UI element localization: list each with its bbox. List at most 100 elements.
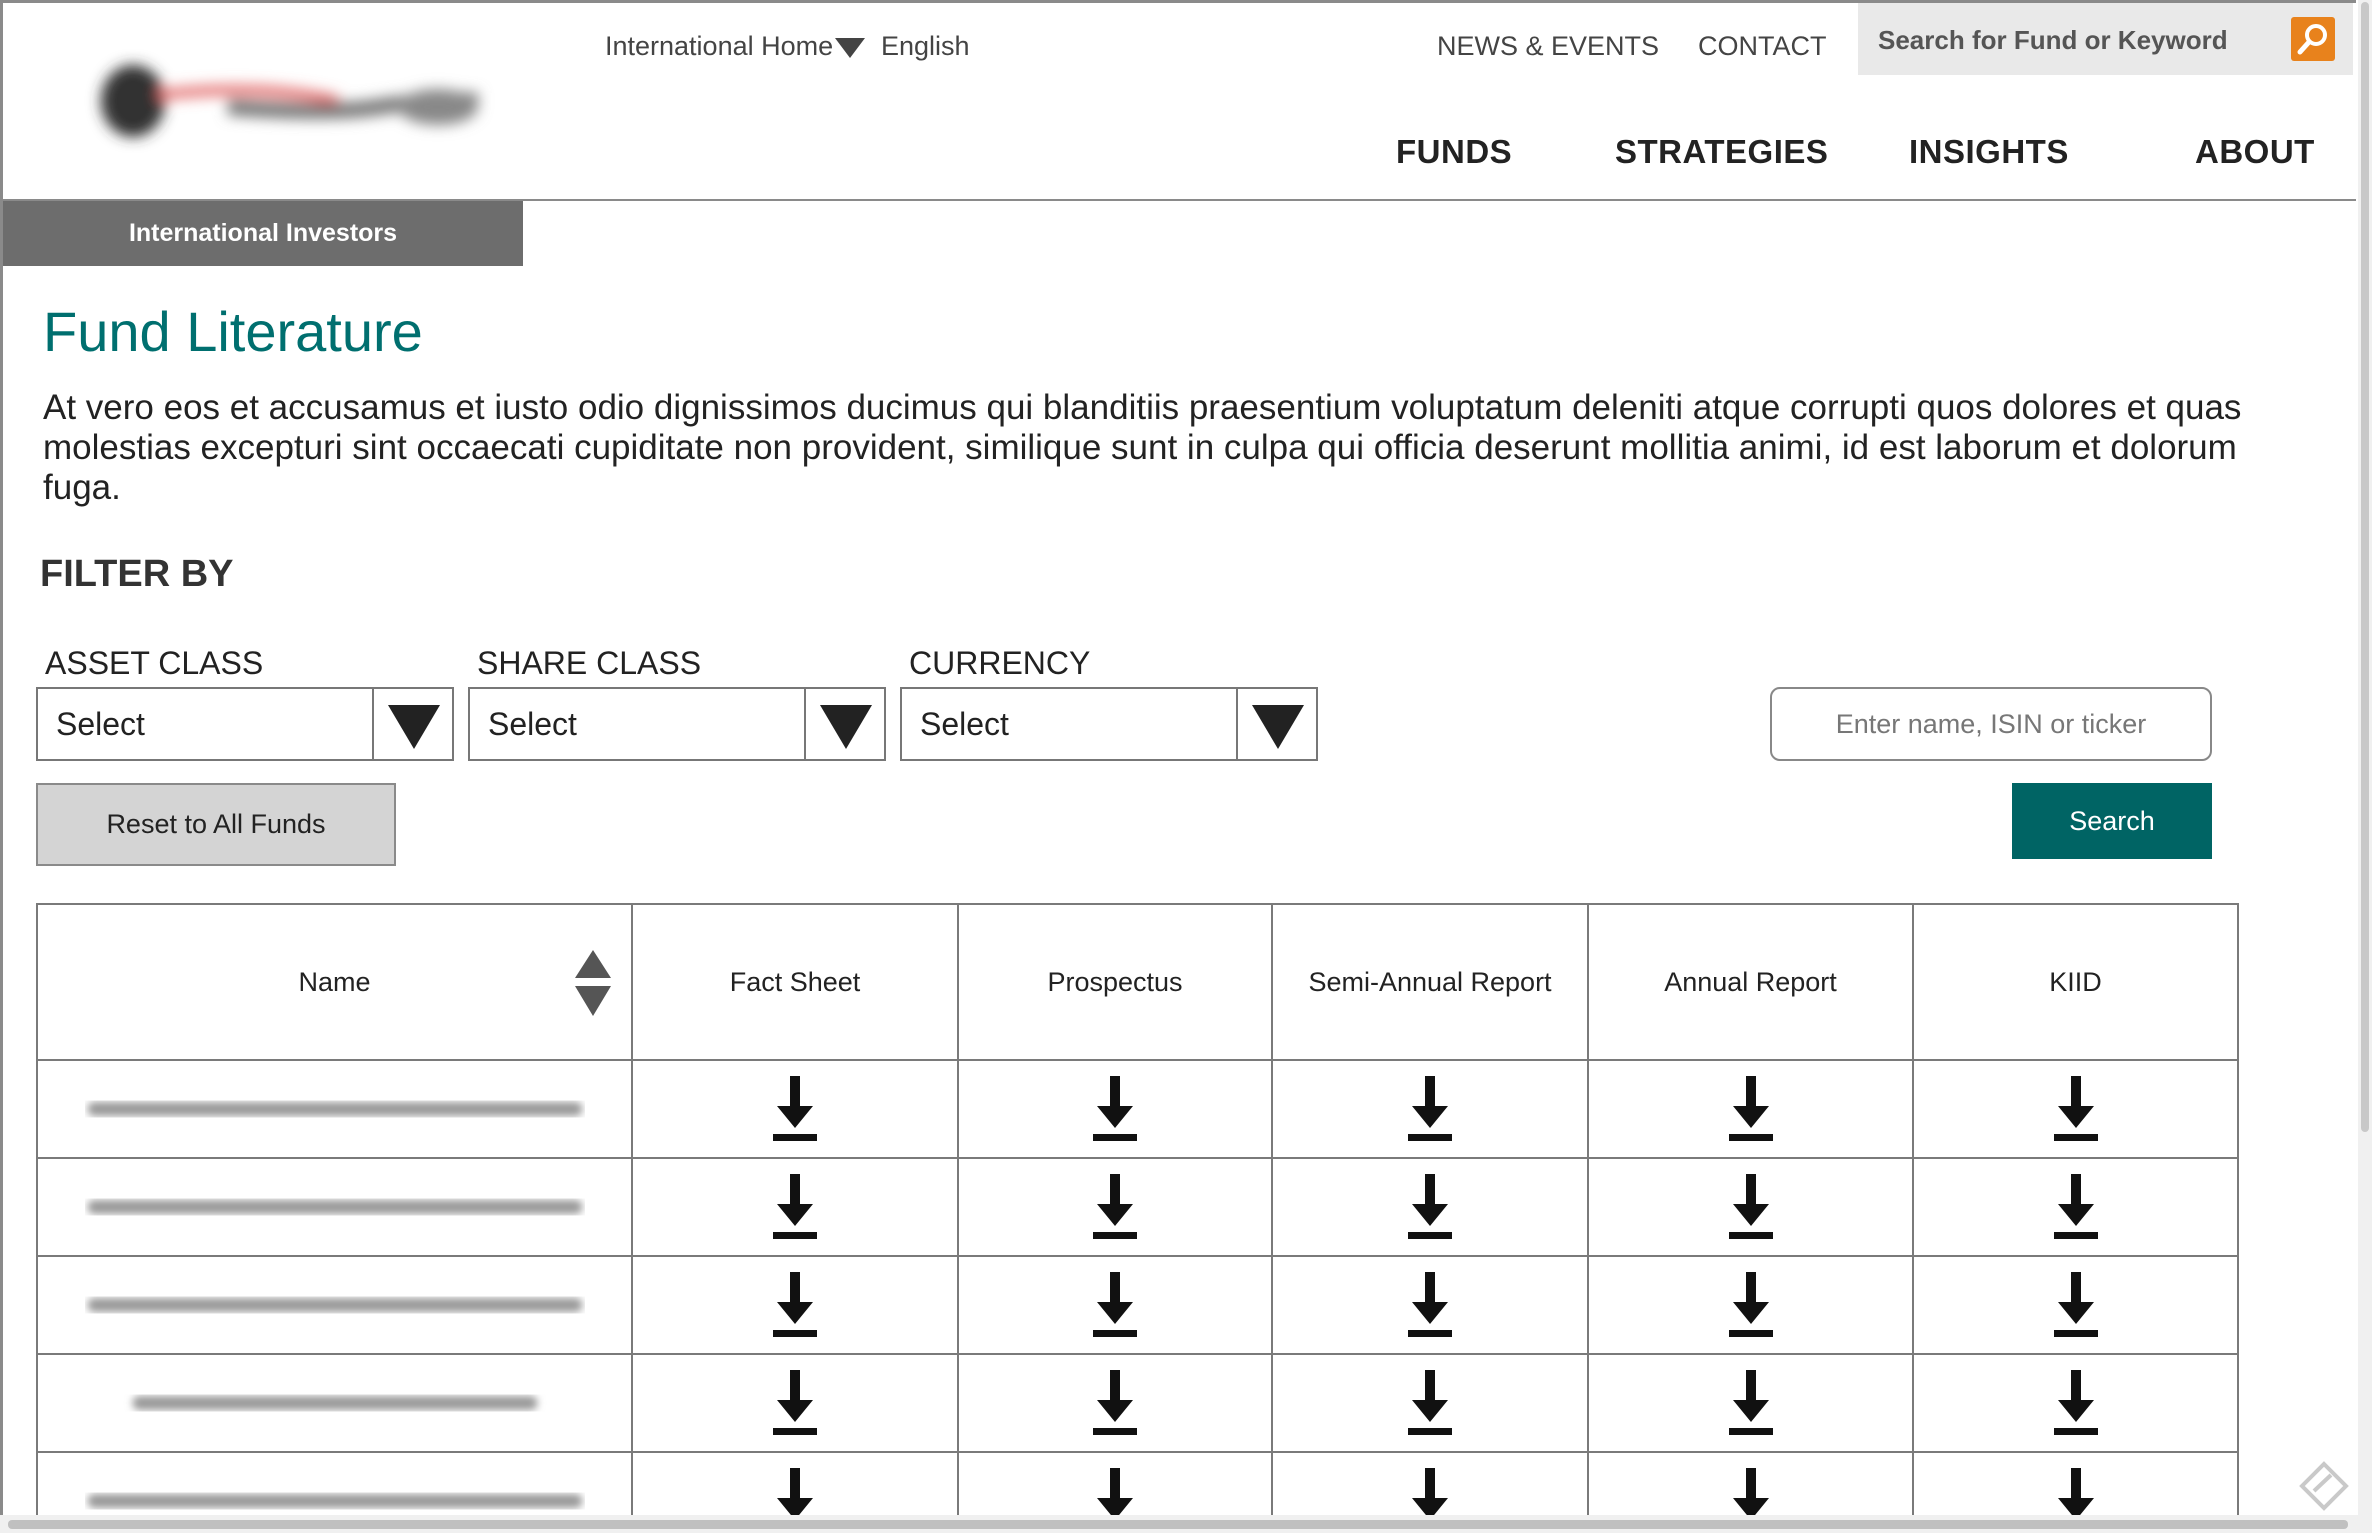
download-cell[interactable] [1587,1451,1914,1515]
currency-dropdown-toggle[interactable] [1236,689,1316,759]
nav-strategies[interactable]: STRATEGIES [1615,133,1828,171]
locale-menu[interactable]: International Home [605,31,866,62]
download-cell[interactable] [1271,1255,1589,1355]
download-cell[interactable] [1271,1353,1589,1453]
download-arrow-icon [1728,1370,1773,1435]
page-frame: International Home English NEWS & EVENTS… [0,0,2356,1515]
feedback-icon[interactable] [2299,1461,2349,1511]
table-row [36,1451,2239,1515]
download-cell[interactable] [957,1451,1273,1515]
redacted-fund-name [87,1102,582,1116]
download-cell[interactable] [631,1059,959,1159]
fund-name-cell[interactable] [36,1451,633,1515]
sort-updown-icon[interactable] [575,950,611,1016]
page-title: Fund Literature [43,300,423,363]
download-arrow-icon [2053,1370,2098,1435]
site-search-field[interactable]: Search for Fund or Keyword [1858,3,2353,75]
fund-name-cell[interactable] [36,1255,633,1355]
currency-select[interactable]: Select [900,687,1318,761]
asset-class-dropdown-toggle[interactable] [372,689,452,759]
column-header-prospectus: Prospectus [957,903,1273,1061]
magnifier-icon [2297,24,2327,55]
download-cell[interactable] [1912,1059,2239,1159]
download-cell[interactable] [1587,1353,1914,1453]
download-cell[interactable] [1587,1157,1914,1257]
fund-name-cell[interactable] [36,1157,633,1257]
triangle-down-icon [1252,705,1304,749]
download-arrow-icon [2053,1174,2098,1239]
site-search-button[interactable] [2291,17,2335,61]
download-cell[interactable] [957,1255,1273,1355]
download-arrow-icon [1093,1272,1137,1337]
column-header-semi-annual-report: Semi-Annual Report [1271,903,1589,1061]
download-arrow-icon [2053,1272,2098,1337]
download-arrow-icon [1408,1272,1452,1337]
download-cell[interactable] [1587,1059,1914,1159]
download-arrow-icon [2053,1076,2098,1141]
column-header-annual-report: Annual Report [1587,903,1914,1061]
download-arrow-icon [1412,1468,1448,1515]
fund-literature-table: Name Fact Sheet Prospectus Semi-Annual R… [36,903,2239,1515]
international-investors-tab[interactable]: International Investors [3,201,523,266]
chevron-down-icon [835,37,866,58]
download-cell[interactable] [631,1157,959,1257]
locale-menu-label: International Home [605,31,834,61]
column-header-name[interactable]: Name [36,903,633,1061]
download-arrow-icon [1093,1076,1137,1141]
download-cell[interactable] [1271,1059,1589,1159]
download-cell[interactable] [957,1353,1273,1453]
download-cell[interactable] [631,1255,959,1355]
vertical-scrollbar[interactable] [2358,0,2372,1515]
download-arrow-icon [1408,1174,1452,1239]
download-arrow-icon [773,1370,817,1435]
download-arrow-icon [773,1272,817,1337]
intro-text: At vero eos et accusamus et iusto odio d… [43,388,2242,507]
table-row [36,1157,2239,1257]
brand-logo[interactable] [78,43,498,163]
scrollbar-thumb[interactable] [8,1520,2348,1529]
download-arrow-icon [1408,1370,1452,1435]
triangle-down-icon [388,705,440,749]
table-row [36,1255,2239,1355]
filter-heading: FILTER BY [40,553,234,595]
download-arrow-icon [2057,1468,2094,1515]
scrollbar-thumb[interactable] [2361,2,2369,1132]
language-link[interactable]: English [881,31,970,62]
redacted-fund-name [87,1298,582,1312]
fund-name-cell[interactable] [36,1353,633,1453]
share-class-dropdown-toggle[interactable] [804,689,884,759]
fund-name-cell[interactable] [36,1059,633,1159]
nav-about[interactable]: ABOUT [2195,133,2315,171]
column-header-fact-sheet: Fact Sheet [631,903,959,1061]
download-arrow-icon [1728,1272,1773,1337]
download-cell[interactable] [631,1451,959,1515]
nav-insights[interactable]: INSIGHTS [1909,133,2069,171]
search-button[interactable]: Search [2012,783,2212,859]
news-events-link[interactable]: NEWS & EVENTS [1437,31,1659,62]
triangle-down-icon [820,705,872,749]
table-row [36,1353,2239,1453]
download-arrow-icon [1728,1174,1773,1239]
download-cell[interactable] [631,1353,959,1453]
table-header-row: Name Fact Sheet Prospectus Semi-Annual R… [36,903,2239,1061]
fund-search-input[interactable] [1770,687,2212,761]
download-cell[interactable] [1912,1451,2239,1515]
download-cell[interactable] [957,1059,1273,1159]
download-cell[interactable] [1912,1255,2239,1355]
share-class-select[interactable]: Select [468,687,886,761]
download-cell[interactable] [1912,1157,2239,1257]
download-cell[interactable] [1271,1157,1589,1257]
download-cell[interactable] [1587,1255,1914,1355]
download-arrow-icon [1408,1076,1452,1141]
download-arrow-icon [1093,1370,1137,1435]
horizontal-scrollbar[interactable] [0,1515,2372,1533]
contact-link[interactable]: CONTACT [1698,31,1827,62]
asset-class-select[interactable]: Select [36,687,454,761]
download-cell[interactable] [957,1157,1273,1257]
nav-funds[interactable]: FUNDS [1396,133,1512,171]
download-cell[interactable] [1912,1353,2239,1453]
asset-class-label: ASSET CLASS [45,645,264,681]
reset-all-funds-button[interactable]: Reset to All Funds [36,783,396,866]
download-arrow-icon [1093,1174,1137,1239]
download-cell[interactable] [1271,1451,1589,1515]
